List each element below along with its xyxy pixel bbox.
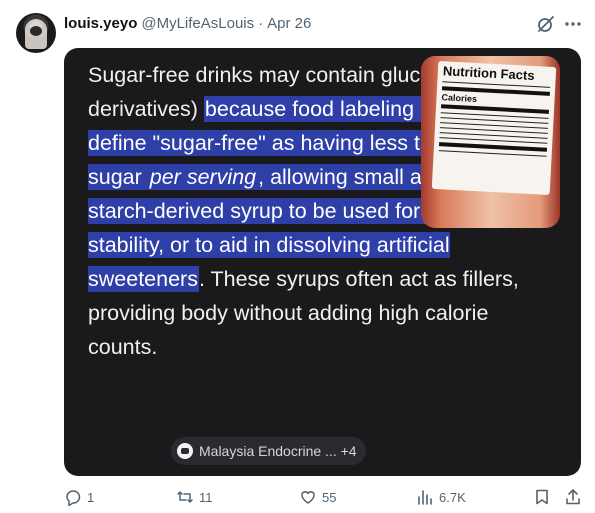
reply-count: 1 (87, 489, 95, 505)
card-text-highlight-italic: per serving (148, 164, 258, 190)
label-rule-8 (438, 150, 547, 157)
reply-button[interactable]: 1 (64, 488, 94, 506)
like-button[interactable]: 55 (299, 488, 336, 506)
views-button[interactable]: 6.7K (416, 488, 466, 506)
repost-count: 11 (199, 489, 213, 505)
action-bar: 1 11 55 6.7K (0, 488, 595, 510)
grok-icon[interactable] (536, 14, 556, 34)
bookmark-icon (536, 489, 548, 505)
sources-chip[interactable]: Malaysia Endocrine ... +4 (171, 437, 366, 465)
post-header: louis.yeyo @MyLifeAsLouis · Apr 26 (64, 13, 311, 33)
like-icon (301, 491, 315, 504)
author-name[interactable]: louis.yeyo (64, 15, 137, 32)
post-date[interactable]: Apr 26 (267, 15, 311, 32)
like-count: 55 (322, 489, 337, 505)
avatar[interactable] (16, 13, 56, 53)
sources-chip-label: Malaysia Endocrine ... +4 (199, 443, 357, 459)
nutrition-label-thumbnail[interactable]: Nutrition Facts Calories (421, 56, 560, 228)
more-icon[interactable] (563, 14, 583, 34)
separator-dot: · (258, 14, 264, 32)
views-icon (418, 490, 432, 505)
bookmark-button[interactable] (533, 488, 556, 506)
author-handle[interactable]: @MyLifeAsLouis (141, 15, 254, 32)
share-button[interactable] (564, 488, 587, 506)
views-count: 6.7K (439, 489, 466, 505)
source-favicon-icon (177, 443, 193, 459)
nutrition-facts-label: Nutrition Facts Calories (431, 60, 557, 196)
nutrition-facts-title: Nutrition Facts (442, 63, 535, 84)
share-icon (566, 489, 580, 505)
media-card[interactable]: Sugar-free drinks may contain glucose sy… (64, 48, 581, 476)
reply-icon (66, 490, 81, 506)
repost-button[interactable]: 11 (176, 488, 213, 506)
avatar-face (30, 26, 42, 36)
repost-icon (177, 491, 193, 503)
